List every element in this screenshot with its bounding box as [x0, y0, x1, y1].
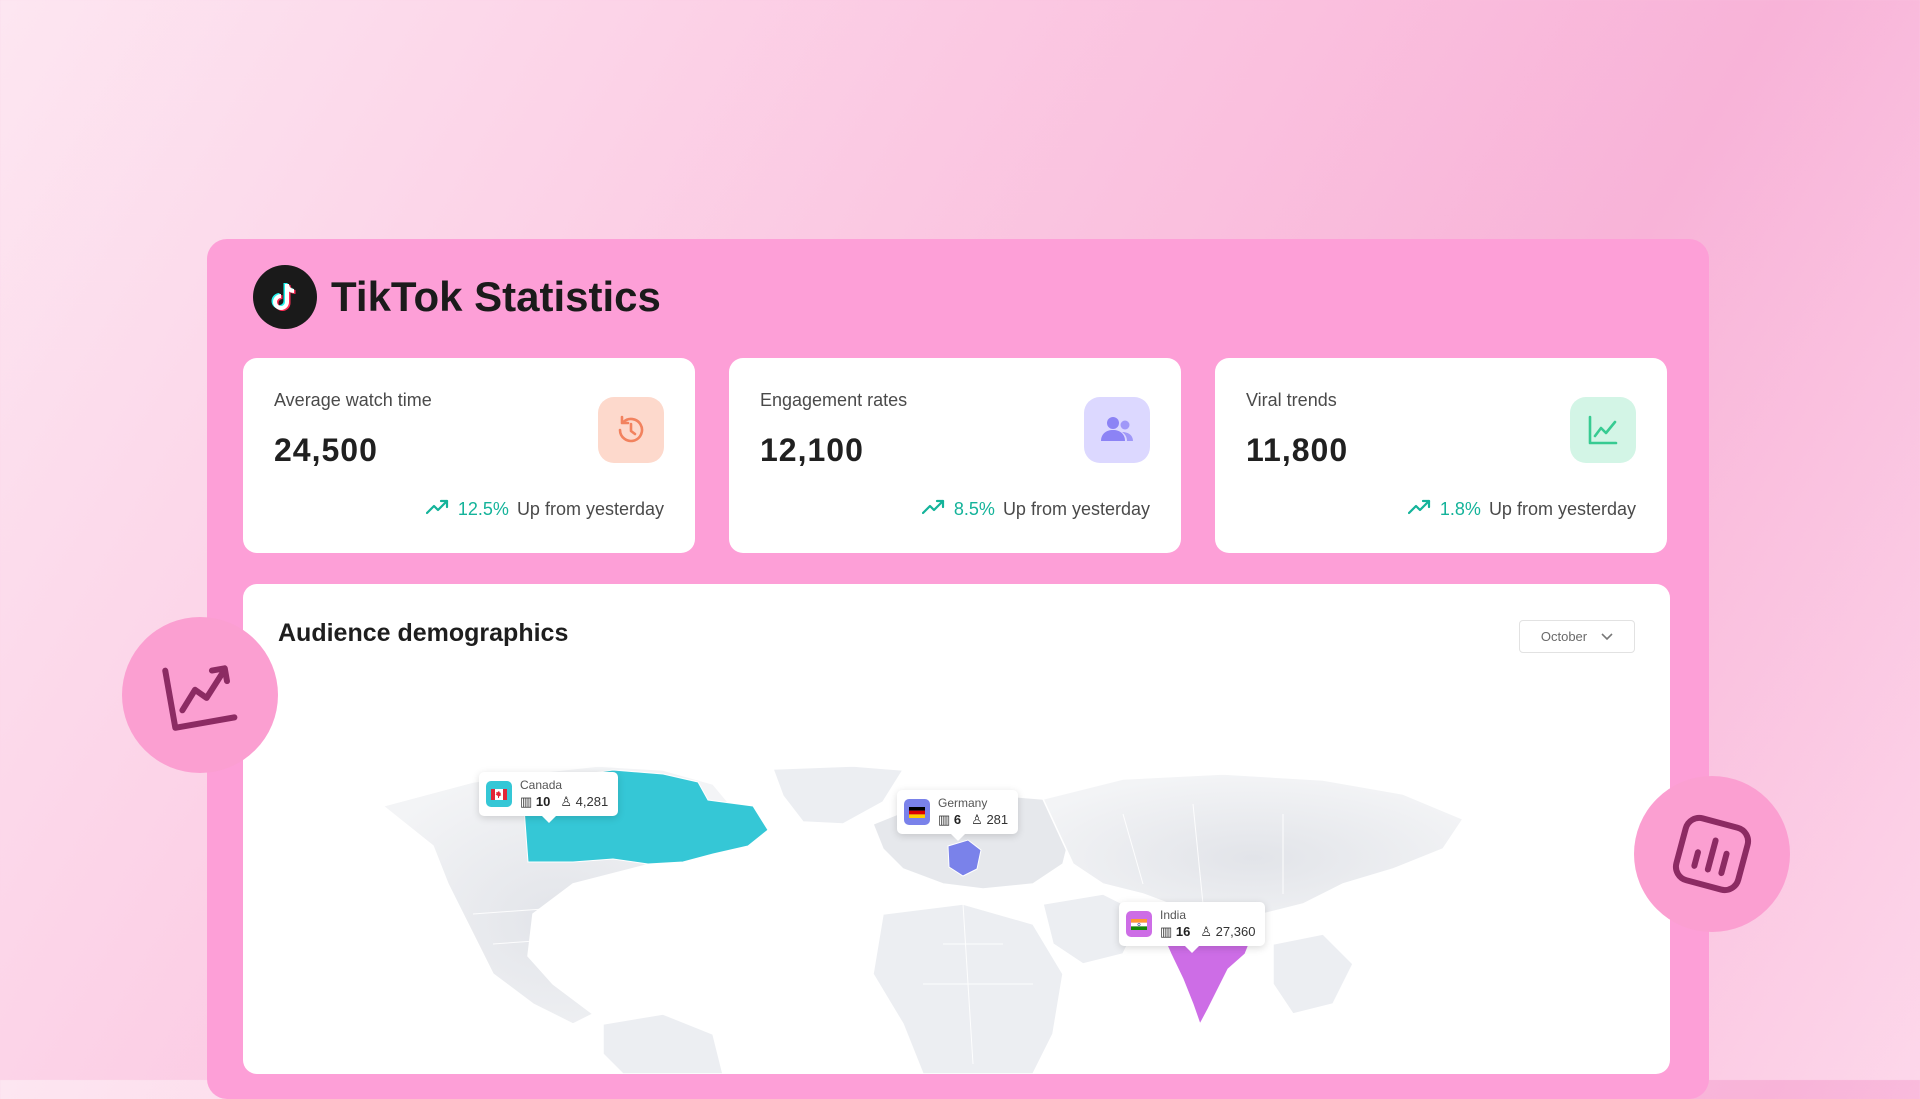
- map-south-america: [602, 1013, 724, 1074]
- stat-value: 12,100: [760, 432, 864, 468]
- person-icon: ♙: [1200, 924, 1213, 939]
- line-chart-icon: [1570, 397, 1636, 463]
- stat-label: Engagement rates: [760, 390, 908, 410]
- stat-label: Average watch time: [274, 390, 432, 410]
- germany-flag-icon: [904, 799, 930, 825]
- trending-up-icon: [122, 617, 278, 773]
- trend-percent: 1.8%: [1439, 499, 1481, 519]
- trend-percent: 8.5%: [953, 499, 995, 519]
- trending-up-icon: [425, 499, 450, 520]
- history-icon: [598, 397, 664, 463]
- stat-card-watch-time[interactable]: Average watch time 24,500 12.5% Up from …: [243, 358, 695, 553]
- tooltip-country: India: [1160, 908, 1187, 922]
- trend-indicator: 12.5% Up from yesterday: [425, 499, 664, 520]
- trend-indicator: 1.8% Up from yesterday: [1407, 499, 1636, 520]
- building-icon: ▥: [520, 794, 533, 809]
- person-icon: ♙: [560, 794, 573, 809]
- trending-up-icon: [921, 499, 946, 520]
- trending-up-icon: [1407, 499, 1432, 520]
- india-flag-icon: [1126, 911, 1152, 937]
- tooltip-people: 4,281: [575, 794, 609, 809]
- page-title: TikTok Statistics: [331, 273, 661, 320]
- map-tooltip-canada[interactable]: Canada ▥ 10 ♙ 4,281: [479, 772, 619, 823]
- person-icon: ♙: [971, 812, 983, 827]
- map-southeast-asia: [1272, 933, 1354, 1015]
- map-asia: [1041, 773, 1465, 915]
- bar-chart-icon: [1634, 776, 1790, 932]
- stat-label: Viral trends: [1246, 390, 1337, 410]
- tiktok-icon: [253, 265, 317, 329]
- map-greenland: [771, 765, 905, 825]
- building-icon: ▥: [1160, 924, 1173, 939]
- dashboard-panel: TikTok Statistics Average watch time 24,…: [207, 239, 1709, 1099]
- trend-percent: 12.5%: [457, 499, 509, 519]
- map-tooltip-india[interactable]: India ▥ 16 ♙ 27,360: [1119, 902, 1266, 953]
- stat-card-engagement[interactable]: Engagement rates 12,100 8.5% Up from yes…: [729, 358, 1181, 553]
- tooltip-buildings: 10: [535, 794, 551, 809]
- users-icon: [1084, 397, 1150, 463]
- trend-indicator: 8.5% Up from yesterday: [921, 499, 1150, 520]
- tooltip-country: Canada: [520, 778, 563, 792]
- tooltip-people: 281: [986, 812, 1009, 827]
- canada-flag-icon: [486, 781, 512, 807]
- tooltip-country: Germany: [938, 796, 988, 810]
- trend-text: Up from yesterday: [1002, 499, 1150, 519]
- header: TikTok Statistics: [253, 265, 661, 329]
- stat-value: 24,500: [274, 432, 378, 468]
- tooltip-people: 27,360: [1215, 924, 1256, 939]
- audience-demographics-card: Audience demographics October Canada ▥ 1…: [243, 584, 1670, 1074]
- trend-text: Up from yesterday: [516, 499, 664, 519]
- stat-card-viral-trends[interactable]: Viral trends 11,800 1.8% Up from yesterd…: [1215, 358, 1667, 553]
- map-tooltip-germany[interactable]: Germany ▥ 6 ♙ 281: [897, 790, 1019, 841]
- tooltip-buildings: 6: [953, 812, 962, 827]
- stat-value: 11,800: [1246, 432, 1349, 468]
- building-icon: ▥: [938, 812, 951, 827]
- tooltip-buildings: 16: [1175, 924, 1191, 939]
- trend-text: Up from yesterday: [1488, 499, 1636, 519]
